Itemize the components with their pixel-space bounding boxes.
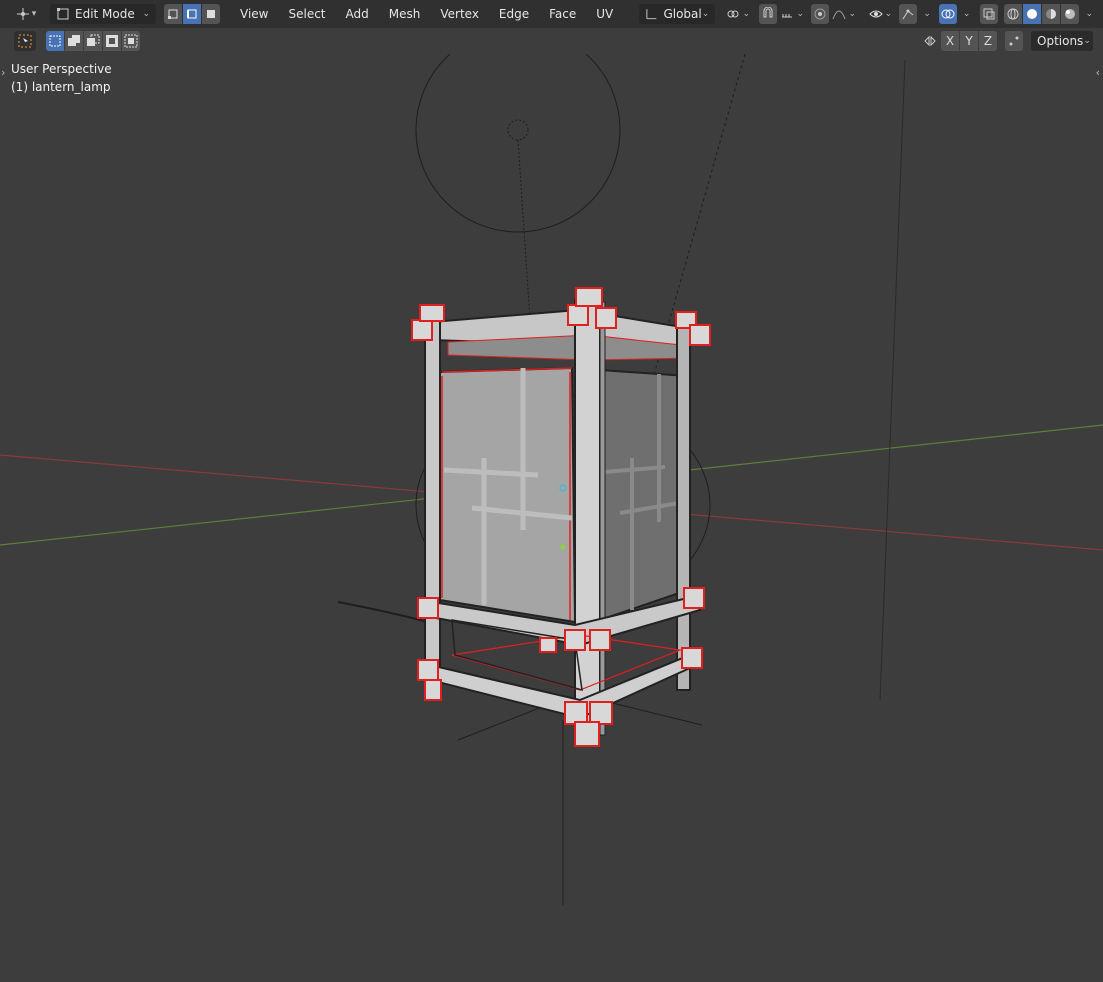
extend-selection-button[interactable] [65, 31, 83, 51]
material-sphere-icon [1046, 9, 1057, 19]
orientation-label: Global [663, 7, 702, 21]
menu-select[interactable]: Select [278, 0, 335, 28]
edge-select-icon [187, 9, 197, 19]
proportional-edit-icon [814, 8, 826, 20]
magnet-icon [763, 7, 773, 18]
edge-select-button[interactable] [183, 4, 201, 24]
chevron-down-icon: ⌄ [742, 9, 751, 19]
active-object-label: (1) lantern_lamp [11, 80, 111, 94]
face-select-button[interactable] [202, 4, 220, 24]
overlay-toggle[interactable] [938, 4, 957, 24]
falloff-button[interactable]: ⌄ [829, 4, 859, 24]
options-dropdown[interactable]: Options ⌄ [1031, 31, 1093, 51]
subtract-selection-button[interactable] [84, 31, 102, 51]
falloff-curve-icon [833, 10, 846, 20]
toolbar-expand-arrow[interactable]: › [1, 66, 5, 79]
menu-add[interactable]: Add [336, 0, 379, 28]
chevron-down-icon: ⌄ [142, 9, 150, 19]
selection-mode-group [46, 31, 140, 51]
proportional-edit-toggle[interactable] [811, 4, 830, 24]
tool-settings-bar: X Y Z Options ⌄ [0, 28, 1103, 54]
mode-dropdown[interactable]: Edit Mode ⌄ [50, 4, 156, 24]
transform-orientation-dropdown[interactable]: Global ⌄ [639, 4, 716, 24]
new-selection-icon [49, 35, 61, 47]
mode-label: Edit Mode [75, 7, 135, 21]
invert-selection-icon [106, 35, 118, 47]
rendered-sphere-icon [1065, 9, 1076, 19]
solid-sphere-icon [1027, 9, 1038, 19]
wireframe-shading-button[interactable] [1004, 4, 1023, 24]
perspective-label: User Perspective [11, 62, 112, 76]
menu-edge[interactable]: Edge [489, 0, 539, 28]
mirror-y-button[interactable]: Y [960, 31, 978, 51]
edit-mode-icon [57, 8, 69, 20]
visibility-button[interactable]: ⌄ [865, 4, 895, 24]
cursor-select-icon [18, 34, 32, 48]
axis-gizmo-icon [16, 8, 29, 20]
invert-selection-button[interactable] [103, 31, 121, 51]
material-shading-button[interactable] [1042, 4, 1061, 24]
select-mode-group [164, 4, 220, 24]
gizmo-toggle[interactable] [899, 4, 918, 24]
rendered-shading-button[interactable] [1061, 4, 1080, 24]
mirror-icon [924, 35, 936, 47]
set-new-selection-button[interactable] [46, 31, 64, 51]
chevron-down-icon[interactable]: ⌄ [1085, 9, 1093, 19]
chevron-down-icon: ⌄ [848, 9, 857, 19]
menu-mesh[interactable]: Mesh [379, 0, 431, 28]
eye-icon [868, 10, 883, 18]
shading-group [1004, 4, 1080, 24]
chevron-down-icon: ⌄ [884, 9, 893, 19]
select-tool-button[interactable] [14, 31, 36, 51]
mirror-x-button[interactable]: X [941, 31, 959, 51]
menu-vertex[interactable]: Vertex [430, 0, 489, 28]
vertex-select-button[interactable] [164, 4, 182, 24]
xray-toggle[interactable] [980, 4, 999, 24]
mirror-axis-group: X Y Z [941, 31, 997, 51]
intersect-selection-button[interactable] [122, 31, 140, 51]
chevron-down-icon: ⌄ [701, 9, 710, 19]
pivot-point-button[interactable]: ⌄ [723, 4, 753, 24]
overlay-icon [941, 9, 955, 19]
menu-uv[interactable]: UV [586, 0, 623, 28]
options-label: Options [1037, 34, 1084, 48]
viewport-header: ▾ Edit Mode ⌄ View Select Add Mesh Verte… [0, 0, 1103, 28]
snap-toggle[interactable] [759, 4, 778, 24]
chevron-down-icon[interactable]: ⌄ [963, 9, 971, 19]
wireframe-sphere-icon [1007, 8, 1019, 20]
solid-shading-button[interactable] [1023, 4, 1042, 24]
chevron-down-icon: ▾ [31, 9, 37, 19]
extend-selection-icon [68, 35, 80, 46]
mirror-options-button[interactable] [921, 31, 939, 51]
auto-merge-toggle[interactable] [1005, 31, 1023, 51]
snap-target-button[interactable]: ⌄ [777, 4, 807, 24]
pivot-icon [727, 10, 739, 18]
sidebar-expand-arrow[interactable]: ‹ [1096, 66, 1100, 79]
chevron-down-icon: ⌄ [1083, 36, 1091, 46]
chevron-down-icon[interactable]: ⌄ [923, 9, 931, 19]
subtract-selection-icon [87, 34, 100, 46]
gizmo-icon [902, 9, 914, 20]
orientation-icon [646, 9, 657, 20]
mirror-z-button[interactable]: Z [979, 31, 997, 51]
face-select-icon [207, 10, 215, 18]
snap-increment-icon [782, 14, 793, 18]
auto-merge-icon [1009, 36, 1019, 46]
vertex-select-icon [168, 9, 178, 19]
menu-bar: View Select Add Mesh Vertex Edge Face UV [230, 0, 623, 28]
chevron-down-icon: ⌄ [796, 9, 805, 19]
xray-icon [983, 8, 995, 20]
menu-view[interactable]: View [230, 0, 278, 28]
menu-face[interactable]: Face [539, 0, 586, 28]
intersect-selection-icon [124, 34, 138, 48]
editor-type-button[interactable]: ▾ [10, 4, 42, 24]
3d-viewport[interactable] [0, 0, 1103, 982]
